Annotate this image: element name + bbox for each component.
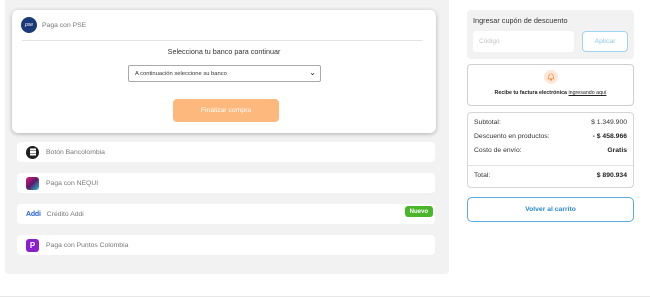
finalize-purchase-button[interactable]: Finalizar compra: [173, 99, 279, 122]
pse-label: Paga con PSE: [42, 21, 87, 29]
apply-coupon-button[interactable]: Aplicar: [582, 31, 628, 52]
pse-header[interactable]: pse Paga con PSE: [21, 17, 86, 33]
divider: [468, 165, 633, 166]
order-summary: Subtotal: $ 1.349.900 Descuento en produ…: [467, 112, 634, 188]
nequi-label: Paga con NEQUI: [46, 179, 99, 187]
subtotal-label: Subtotal:: [474, 119, 501, 126]
bank-select[interactable]: A continuación seleccione su banco ⌄: [128, 65, 321, 82]
coupon-input[interactable]: Código: [473, 31, 574, 52]
invoice-text: Recibe tu factura electrónica ingresando…: [468, 90, 633, 96]
discount-label: Descuento en productos:: [474, 133, 550, 140]
divider: [22, 40, 422, 41]
coupon-box: Ingresar cupón de descuento Código Aplic…: [467, 10, 634, 59]
shipping-row: Costo de envío: Gratis: [474, 147, 627, 154]
puntos-colombia-icon: P: [26, 238, 39, 252]
total-value: $ 890.934: [596, 172, 627, 179]
invoice-link[interactable]: ingresando aquí: [568, 90, 606, 96]
chevron-down-icon: ⌄: [309, 68, 316, 77]
addi-label: Crédito Addi: [46, 210, 84, 218]
payment-method-addi[interactable]: Addi Crédito Addi Nuevo: [17, 204, 435, 224]
coupon-title: Ingresar cupón de descuento: [473, 16, 568, 25]
subtotal-row: Subtotal: $ 1.349.900: [474, 119, 627, 126]
bank-prompt: Selecciona tu banco para continuar: [167, 47, 281, 56]
addi-logo-icon: Addi: [26, 210, 41, 218]
shipping-value: Gratis: [607, 147, 627, 154]
pse-payment-card[interactable]: pse Paga con PSE Selecciona tu banco par…: [12, 10, 436, 133]
total-row: Total: $ 890.934: [474, 172, 627, 179]
e-invoice-box: Recibe tu factura electrónica ingresando…: [467, 64, 634, 106]
subtotal-value: $ 1.349.900: [591, 119, 627, 126]
new-badge: Nuevo: [404, 206, 433, 217]
discount-value: - $ 458.966: [592, 133, 627, 140]
discount-row: Descuento en productos: - $ 458.966: [474, 133, 627, 140]
bell-icon: [544, 70, 558, 84]
payment-method-puntos-colombia[interactable]: P Paga con Puntos Colombia: [17, 235, 435, 255]
payment-method-bancolombia[interactable]: Botón Bancolombia: [17, 142, 435, 162]
total-label: Total:: [474, 172, 491, 179]
bancolombia-label: Botón Bancolombia: [46, 148, 105, 156]
footer-divider: [0, 296, 650, 297]
payment-method-nequi[interactable]: Paga con NEQUI: [17, 173, 435, 193]
back-to-cart-button[interactable]: Volver al carrito: [467, 197, 634, 222]
nequi-icon: [26, 176, 39, 190]
puntos-colombia-label: Paga con Puntos Colombia: [46, 241, 129, 249]
shipping-label: Costo de envío:: [474, 147, 522, 154]
bancolombia-icon: [26, 145, 39, 159]
pse-logo-icon: pse: [21, 17, 37, 33]
bank-select-value: A continuación seleccione su banco: [135, 70, 227, 77]
invoice-bold-text: Recibe tu factura electrónica: [494, 90, 567, 96]
